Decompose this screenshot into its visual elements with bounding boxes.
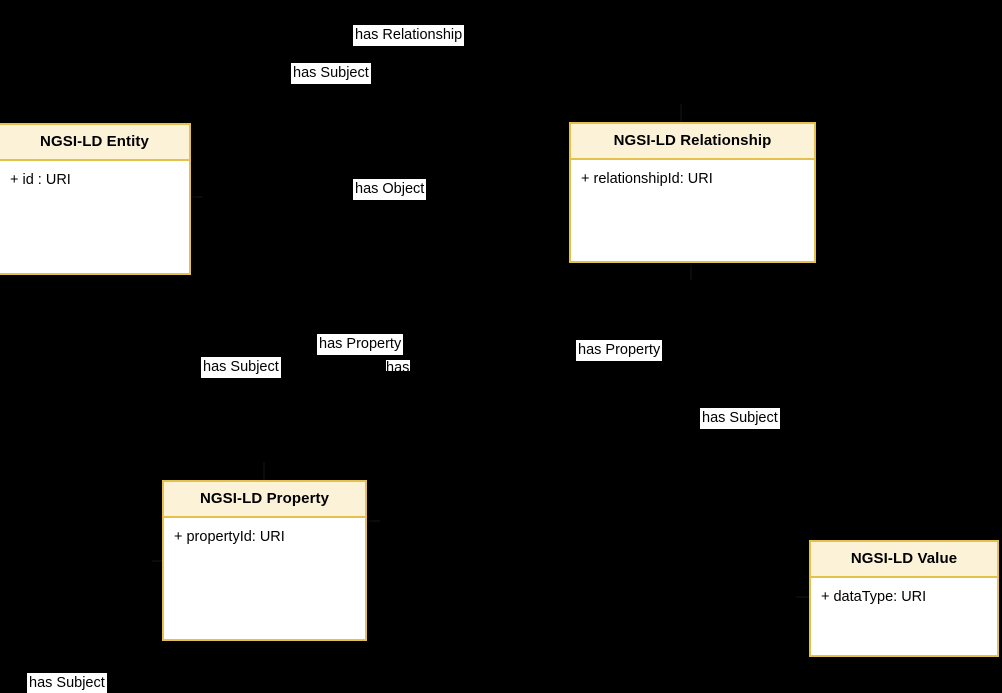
association-label-has-property-right: has Property <box>576 340 663 362</box>
uml-class-body-property: + propertyId: URI <box>164 518 365 554</box>
diagram-canvas: has Relationship has Subject has Object … <box>0 0 1002 693</box>
association-label-has-subject-mid-right: has Subject <box>700 408 780 430</box>
association-label-has-subject-mid-left: has Subject <box>201 357 281 379</box>
uml-class-header-value: NGSI-LD Value <box>811 542 997 578</box>
uml-class-body-entity: + id : URI <box>0 161 189 197</box>
uml-attribute-property-id: + propertyId: URI <box>174 529 285 545</box>
connector-relationship-bottom <box>690 262 692 280</box>
uml-class-ngsi-ld-property[interactable]: NGSI-LD Property + propertyId: URI <box>162 480 367 641</box>
association-label-has-subject-top: has Subject <box>291 63 371 85</box>
uml-attribute-entity-id: + id : URI <box>10 172 71 188</box>
connector-entity-right <box>189 196 203 198</box>
uml-class-ngsi-ld-relationship[interactable]: NGSI-LD Relationship + relationshipId: U… <box>569 122 816 263</box>
connector-entity-relationship-top <box>680 104 682 124</box>
association-label-has-object: has Object <box>353 179 427 201</box>
uml-class-header-property: NGSI-LD Property <box>164 482 365 518</box>
connector-property-right <box>366 520 380 522</box>
uml-class-ngsi-ld-value[interactable]: NGSI-LD Value + dataType: URI <box>809 540 999 657</box>
association-label-has-property-left: has Property <box>317 334 404 356</box>
uml-attribute-relationship-id: + relationshipId: URI <box>581 171 713 187</box>
association-label-has-relationship: has Relationship <box>353 25 465 47</box>
uml-class-header-entity: NGSI-LD Entity <box>0 125 189 161</box>
connector-property-top <box>263 462 265 482</box>
uml-attribute-value-datatype: + dataType: URI <box>821 589 927 605</box>
uml-class-body-relationship: + relationshipId: URI <box>571 160 814 196</box>
association-label-has-subject-bottom: has Subject <box>27 673 107 693</box>
uml-class-body-value: + dataType: URI <box>811 578 997 614</box>
uml-class-ngsi-ld-entity[interactable]: NGSI-LD Entity + id : URI <box>0 123 191 275</box>
connector-value-left <box>796 596 810 598</box>
uml-class-header-relationship: NGSI-LD Relationship <box>571 124 814 160</box>
association-label-clipped-fragment: has <box>386 360 410 371</box>
